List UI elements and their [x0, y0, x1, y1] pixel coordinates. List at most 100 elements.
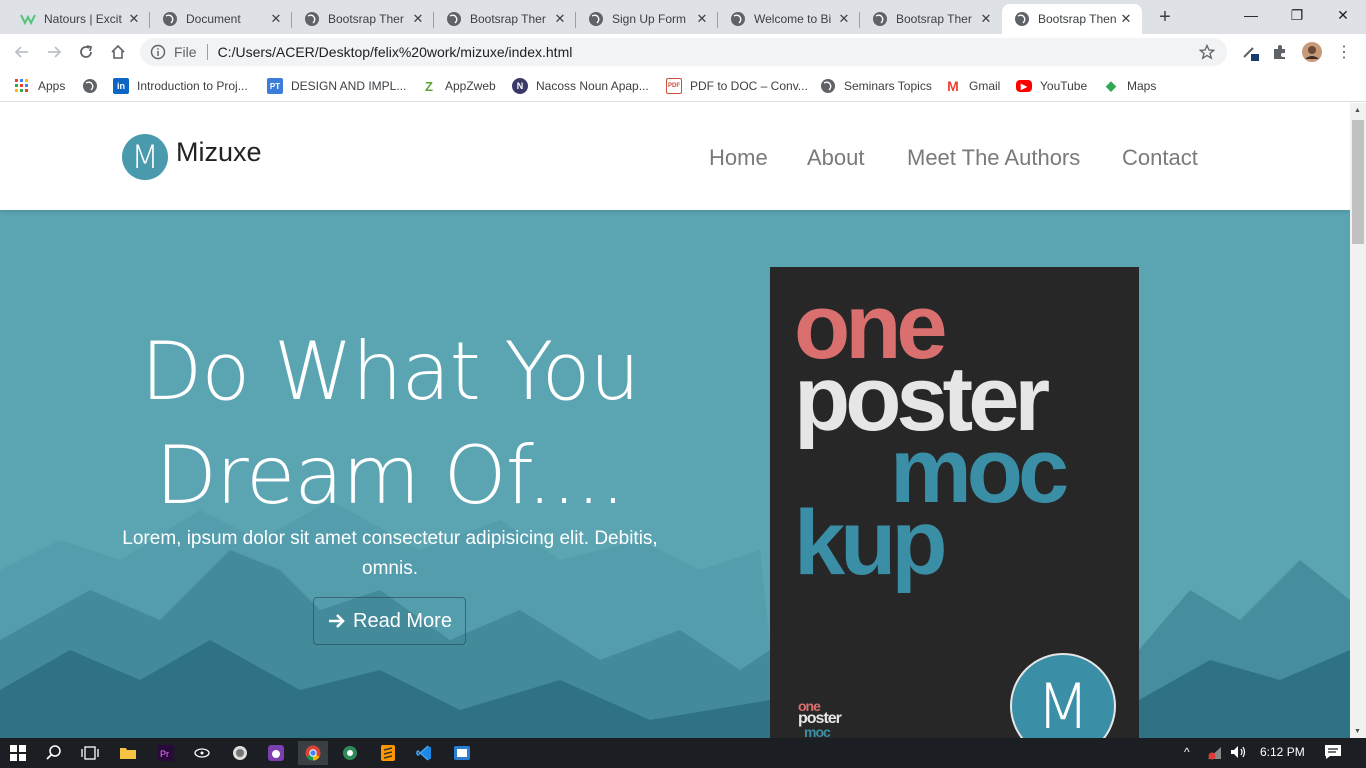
tab[interactable]: Bootsrap Ther ✕ [434, 4, 576, 34]
bookmark-label: Introduction to Proj... [137, 79, 248, 93]
nav-home[interactable]: Home [709, 145, 768, 171]
app-icon[interactable] [228, 741, 252, 765]
nav-contact[interactable]: Contact [1122, 145, 1198, 171]
close-icon[interactable]: ✕ [410, 11, 426, 27]
tab-title: Natours | Excit [44, 12, 122, 26]
bookmark-pdf-to-doc[interactable]: PDF PDF to DOC – Conv... [666, 76, 808, 96]
site-navbar: M Mizuxe Home About Meet The Authors Con… [0, 103, 1350, 210]
page-scrollbar[interactable]: ▲ ▼ [1350, 103, 1366, 738]
network-icon[interactable] [1207, 746, 1223, 763]
svg-text:Pr: Pr [160, 749, 169, 759]
bookmark-star-icon[interactable] [1199, 44, 1215, 60]
app-icon[interactable] [450, 741, 474, 765]
close-icon[interactable]: ✕ [978, 11, 994, 27]
notifications-icon[interactable] [1324, 744, 1342, 763]
bookmark-nacoss[interactable]: N Nacoss Noun Apap... [512, 76, 649, 96]
windows-start-icon[interactable] [6, 741, 30, 765]
cortana-icon[interactable] [190, 741, 214, 765]
bookmark-introduction[interactable]: in Introduction to Proj... [113, 76, 248, 96]
premiere-icon[interactable]: Pr [154, 741, 178, 765]
close-icon[interactable]: ✕ [268, 11, 284, 27]
windows-taskbar: Pr ^ 6:12 PM [0, 738, 1366, 768]
minimize-button[interactable]: — [1228, 0, 1274, 30]
scroll-up-icon[interactable]: ▲ [1354, 107, 1361, 114]
close-icon[interactable]: ✕ [552, 11, 568, 27]
info-icon[interactable] [150, 44, 166, 60]
home-button[interactable] [106, 40, 130, 64]
logo-letter: M [131, 138, 159, 176]
read-more-label: Read More [353, 609, 452, 632]
puzzle-icon[interactable] [1270, 42, 1290, 62]
bookmark-label: Maps [1127, 79, 1157, 93]
new-tab-button[interactable]: + [1154, 6, 1176, 28]
clock[interactable]: 6:12 PM [1260, 745, 1305, 759]
tab[interactable]: Natours | Excit ✕ [8, 4, 150, 34]
arrow-right-icon [48, 46, 62, 58]
bookmark-label: PDF to DOC – Conv... [690, 79, 808, 93]
poster-small-moc: moc [804, 724, 831, 738]
tab[interactable]: Document ✕ [150, 4, 292, 34]
url-text[interactable]: C:/Users/ACER/Desktop/felix%20work/mizux… [218, 44, 573, 60]
back-button[interactable] [10, 40, 34, 64]
arrow-right-icon [329, 614, 345, 628]
tab-title: Document [186, 12, 241, 26]
task-view-icon[interactable] [78, 741, 102, 765]
youtube-icon: ▶ [1016, 80, 1032, 92]
globe-icon [873, 12, 887, 26]
vscode-icon[interactable] [412, 741, 436, 765]
tab[interactable]: Welcome to Bi ✕ [718, 4, 860, 34]
tab-active[interactable]: Bootsrap Then ✕ [1002, 4, 1142, 34]
gmail-icon: M [947, 78, 959, 94]
chrome-icon[interactable] [298, 741, 328, 765]
address-bar[interactable]: File C:/Users/ACER/Desktop/felix%20work/… [140, 38, 1227, 66]
close-icon[interactable]: ✕ [836, 11, 852, 27]
close-icon[interactable]: ✕ [694, 11, 710, 27]
bookmark-gmail[interactable]: M Gmail [945, 76, 1000, 96]
linkedin-icon: in [113, 78, 129, 94]
tab-title: Bootsrap Ther [328, 12, 404, 26]
scroll-down-icon[interactable]: ▼ [1354, 728, 1361, 735]
menu-icon[interactable]: ⋮ [1334, 42, 1354, 62]
bookmark-maps[interactable]: ◆ Maps [1103, 76, 1156, 96]
scrollbar-thumb[interactable] [1352, 120, 1364, 244]
hero-heading-line: Dream Of.... [155, 429, 625, 522]
bookmark-label: AppZweb [445, 79, 496, 93]
avatar[interactable] [1302, 42, 1322, 62]
nav-about[interactable]: About [807, 145, 865, 171]
nav-meet-the-authors[interactable]: Meet The Authors [907, 145, 1080, 171]
reload-button[interactable] [74, 40, 98, 64]
tab-title: Sign Up Form [612, 12, 687, 26]
bookmark-youtube[interactable]: ▶ YouTube [1016, 76, 1087, 96]
extension-icon[interactable] [1240, 42, 1260, 62]
file-explorer-icon[interactable] [116, 741, 140, 765]
bookmark-seminars[interactable]: Seminars Topics [820, 76, 932, 96]
bookmark-label: YouTube [1040, 79, 1088, 93]
close-icon[interactable]: ✕ [1118, 11, 1134, 27]
logo[interactable]: M [122, 134, 168, 180]
tab-title: Welcome to Bi [754, 12, 832, 26]
volume-icon[interactable] [1230, 745, 1248, 762]
tab[interactable]: Bootsrap Ther ✕ [292, 4, 434, 34]
bookmark-apps[interactable]: Apps [14, 76, 65, 96]
bookmark-appzweb[interactable]: Z AppZweb [421, 76, 496, 96]
app-icon[interactable] [264, 741, 288, 765]
hero-lead-text: Lorem, ipsum dolor sit amet consectetur … [122, 528, 658, 579]
read-more-button[interactable]: Read More [313, 597, 466, 645]
app-icon[interactable] [338, 741, 362, 765]
hero-section: Do What You Dream Of.... Lorem, ipsum do… [0, 210, 1350, 738]
bookmark-globe[interactable] [82, 76, 106, 96]
close-icon[interactable]: ✕ [126, 11, 142, 27]
tab[interactable]: Bootsrap Ther ✕ [860, 4, 1002, 34]
restore-button[interactable]: ❐ [1274, 0, 1320, 30]
tab[interactable]: Sign Up Form ✕ [576, 4, 718, 34]
bookmark-design[interactable]: PT DESIGN AND IMPL... [267, 76, 406, 96]
tray-chevron-icon[interactable]: ^ [1184, 745, 1190, 759]
sublime-icon[interactable] [376, 741, 400, 765]
search-icon[interactable] [42, 741, 66, 765]
tab-title: Bootsrap Ther [896, 12, 972, 26]
poster-badge: M [1010, 653, 1116, 738]
forward-button[interactable] [42, 40, 66, 64]
brand-name[interactable]: Mizuxe [176, 137, 262, 168]
globe-icon [163, 12, 177, 26]
close-window-button[interactable]: ✕ [1320, 0, 1366, 30]
